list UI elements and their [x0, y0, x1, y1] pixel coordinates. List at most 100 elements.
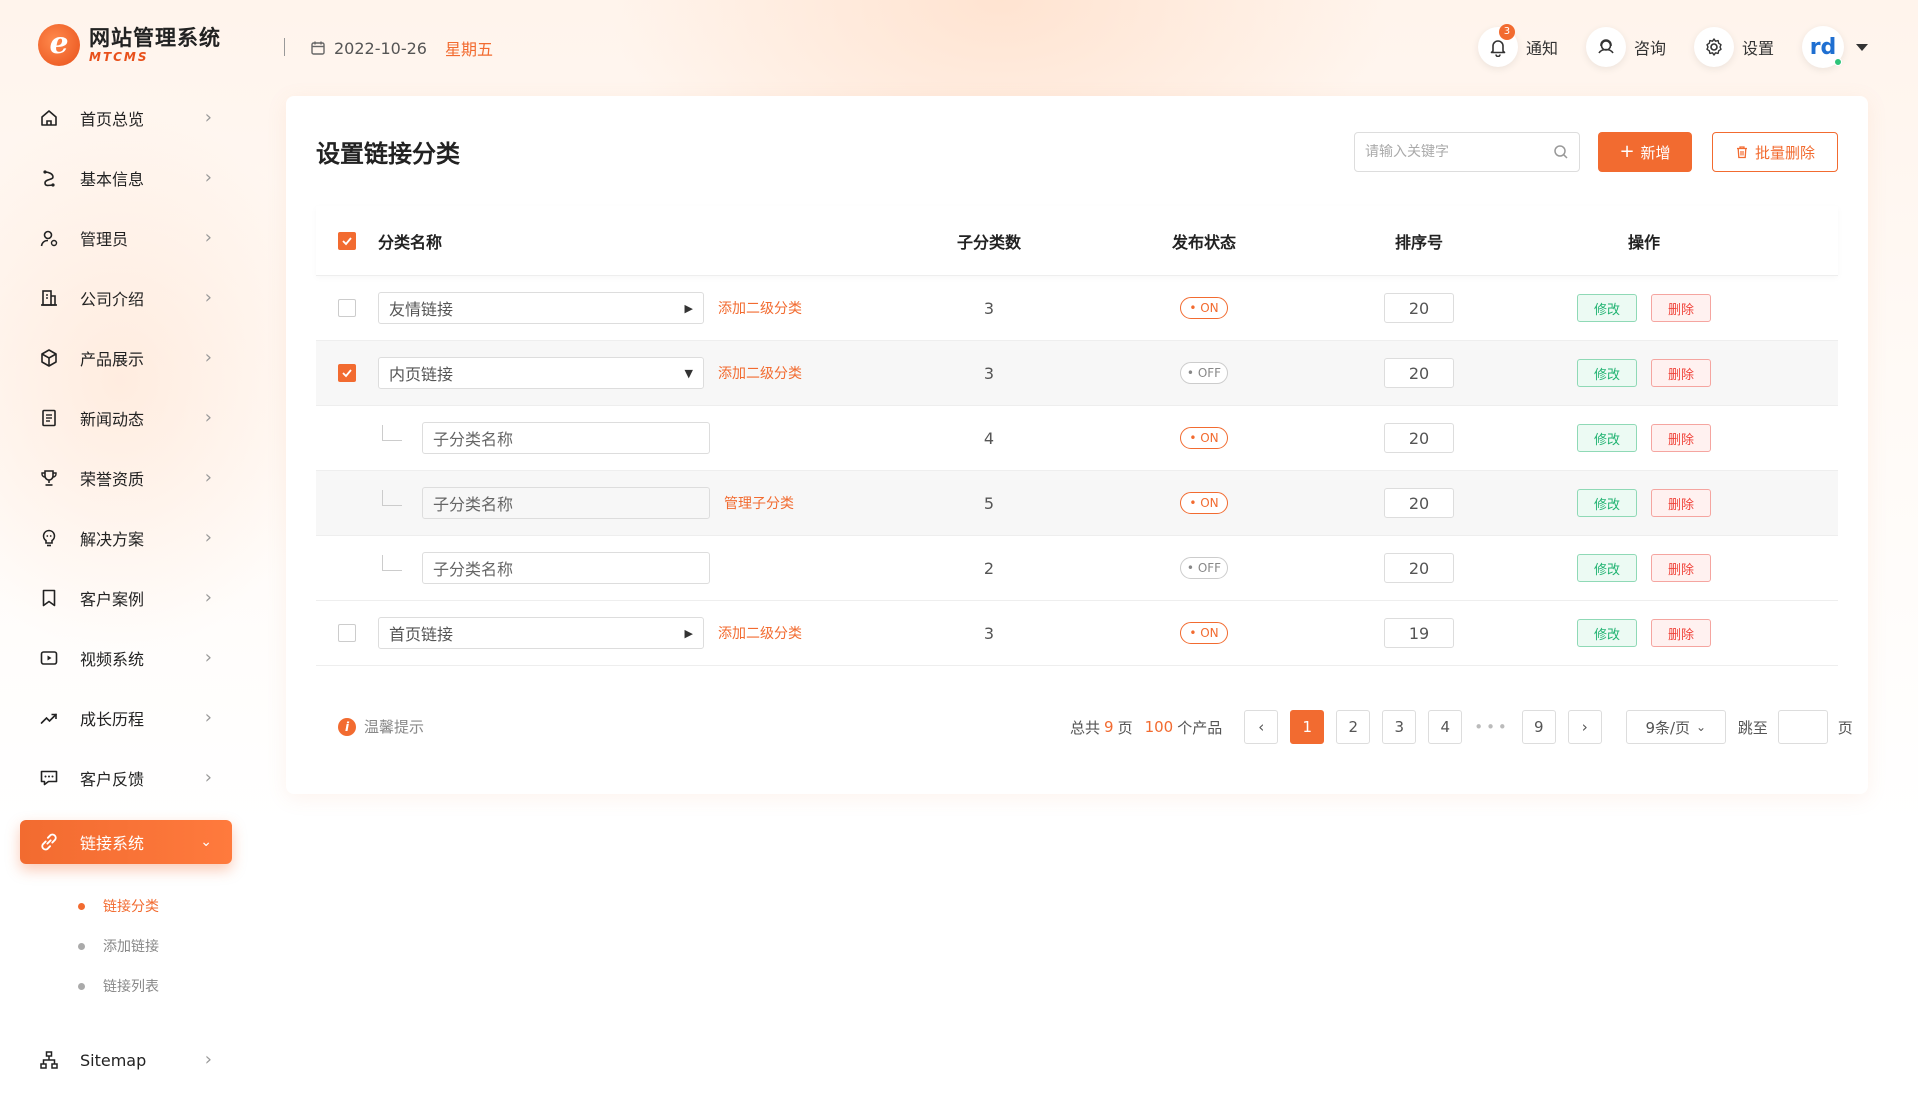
sidebar-item-products[interactable]: 产品展示 ›: [20, 336, 232, 380]
sidebar-item-basic-info[interactable]: 基本信息 ›: [20, 156, 232, 200]
subcategory-name-field[interactable]: 子分类名称: [422, 422, 710, 454]
delete-button[interactable]: 删除: [1651, 489, 1711, 517]
sidebar-item-honors[interactable]: 荣誉资质 ›: [20, 456, 232, 500]
caret-right-icon[interactable]: ▶: [685, 627, 693, 640]
sidebar-subitem-link-categories[interactable]: 链接分类: [78, 896, 159, 916]
sidebar-item-company[interactable]: 公司介绍 ›: [20, 276, 232, 320]
video-icon: [40, 651, 58, 665]
sort-input[interactable]: [1384, 488, 1454, 518]
sidebar-item-cases[interactable]: 客户案例 ›: [20, 576, 232, 620]
prev-page-button[interactable]: ‹: [1244, 710, 1279, 744]
settings-button[interactable]: 设置: [1693, 27, 1774, 67]
caret-right-icon[interactable]: ▶: [685, 302, 693, 315]
category-name-field[interactable]: 内页链接 ▼: [378, 357, 704, 389]
tip-label: 温馨提示: [364, 718, 425, 736]
add-button[interactable]: + 新增: [1598, 132, 1692, 172]
bullet-dot: [78, 902, 85, 910]
sidebar-item-label: 客户案例: [80, 590, 145, 609]
add-subcategory-link[interactable]: 添加二级分类: [718, 363, 802, 383]
sidebar-item-sitemap[interactable]: Sitemap ›: [20, 1038, 232, 1082]
notify-button[interactable]: 3 通知: [1477, 24, 1558, 67]
logo-mark-icon: e: [38, 24, 80, 66]
sidebar-subitem-link-list[interactable]: 链接列表: [78, 976, 159, 996]
status-text: ON: [1200, 626, 1219, 640]
user-menu-chevron-down-icon[interactable]: [1856, 43, 1868, 51]
delete-button[interactable]: 删除: [1651, 554, 1711, 582]
sidebar-item-news[interactable]: 新闻动态 ›: [20, 396, 232, 440]
bullet-dot: [78, 982, 85, 990]
delete-button[interactable]: 删除: [1651, 359, 1711, 387]
headset-icon: [1598, 39, 1614, 54]
category-name-field[interactable]: 首页链接 ▶: [378, 617, 704, 649]
table-row: 子分类名称 4 • ON 修改 删除: [316, 406, 1838, 471]
subcategory-name-field[interactable]: 子分类名称: [422, 487, 710, 519]
status-toggle[interactable]: • ON: [1180, 492, 1228, 514]
status-toggle[interactable]: • OFF: [1180, 362, 1228, 384]
sort-input[interactable]: [1384, 553, 1454, 583]
search-icon[interactable]: [1553, 144, 1569, 160]
sort-input[interactable]: [1384, 423, 1454, 453]
page-button-2[interactable]: 2: [1336, 710, 1371, 744]
bulk-delete-label: 批量删除: [1754, 143, 1815, 162]
trend-icon: [40, 713, 57, 724]
sidebar-item-admin[interactable]: 管理员 ›: [20, 216, 232, 260]
status-toggle[interactable]: • ON: [1180, 297, 1228, 319]
delete-button[interactable]: 删除: [1651, 424, 1711, 452]
row-checkbox[interactable]: [338, 364, 356, 382]
jump-page-input[interactable]: [1777, 710, 1828, 744]
edit-button[interactable]: 修改: [1577, 424, 1637, 452]
per-page-select[interactable]: 9条/页 ⌄: [1625, 710, 1726, 744]
sidebar-item-solutions[interactable]: 解决方案 ›: [20, 516, 232, 560]
page-button-3[interactable]: 3: [1382, 710, 1417, 744]
caret-down-icon[interactable]: ▼: [685, 367, 693, 380]
search-input[interactable]: [1365, 144, 1553, 160]
subcategory-name-field[interactable]: 子分类名称: [422, 552, 710, 584]
sort-input[interactable]: [1384, 293, 1454, 323]
bulk-delete-button[interactable]: 批量删除: [1712, 132, 1838, 172]
edit-button[interactable]: 修改: [1577, 489, 1637, 517]
weekday-text: 星期五: [444, 40, 493, 59]
page-button-last[interactable]: 9: [1521, 710, 1556, 744]
edit-button[interactable]: 修改: [1577, 619, 1637, 647]
edit-button[interactable]: 修改: [1577, 294, 1637, 322]
sidebar-subitem-add-link[interactable]: 添加链接: [78, 936, 159, 956]
column-header-status: 发布状态: [1171, 232, 1236, 252]
add-subcategory-link[interactable]: 添加二级分类: [718, 298, 802, 318]
trash-icon: [1736, 146, 1747, 159]
sort-input[interactable]: [1384, 618, 1454, 648]
sidebar-item-label: 基本信息: [80, 170, 145, 189]
header-date: 2022-10-26 星期五: [310, 36, 493, 60]
edit-button[interactable]: 修改: [1577, 359, 1637, 387]
sort-input[interactable]: [1384, 358, 1454, 388]
row-checkbox[interactable]: [338, 299, 356, 317]
user-icon: [40, 230, 58, 247]
add-subcategory-link[interactable]: 添加二级分类: [718, 623, 802, 643]
delete-button[interactable]: 删除: [1651, 294, 1711, 322]
sidebar-item-growth[interactable]: 成长历程 ›: [20, 696, 232, 740]
status-text: ON: [1200, 496, 1219, 510]
sidebar-item-label: 首页总览: [80, 110, 145, 129]
category-table: 分类名称 子分类数 发布状态 排序号 操作 友情链接 ▶ 添加二级分类 3 • …: [316, 206, 1838, 666]
next-page-button[interactable]: ›: [1567, 710, 1602, 744]
consult-button[interactable]: 咨询: [1585, 27, 1666, 67]
row-checkbox[interactable]: [338, 624, 356, 642]
chevron-down-icon: ⌄: [200, 834, 212, 850]
sidebar-item-home[interactable]: 首页总览 ›: [20, 96, 232, 140]
avatar[interactable]: rd: [1802, 26, 1844, 68]
select-all-checkbox[interactable]: [338, 231, 356, 250]
page-button-4[interactable]: 4: [1428, 710, 1463, 744]
edit-button[interactable]: 修改: [1577, 554, 1637, 582]
status-toggle[interactable]: • ON: [1180, 622, 1228, 644]
sidebar-item-feedback[interactable]: 客户反馈 ›: [20, 756, 232, 800]
page-button-1[interactable]: 1: [1290, 710, 1325, 744]
manage-subcategory-link[interactable]: 管理子分类: [724, 493, 794, 513]
logo[interactable]: e 网站管理系统 MTCMS: [38, 24, 221, 66]
delete-button[interactable]: 删除: [1651, 619, 1711, 647]
status-toggle[interactable]: • OFF: [1180, 557, 1228, 579]
tip[interactable]: i 温馨提示: [338, 716, 424, 737]
status-toggle[interactable]: • ON: [1180, 427, 1228, 449]
sidebar-item-label: 成长历程: [80, 710, 145, 729]
sidebar-item-links[interactable]: 链接系统 ⌄: [20, 820, 232, 864]
sidebar-item-video[interactable]: 视频系统 ›: [20, 636, 232, 680]
category-name-field[interactable]: 友情链接 ▶: [378, 292, 704, 324]
